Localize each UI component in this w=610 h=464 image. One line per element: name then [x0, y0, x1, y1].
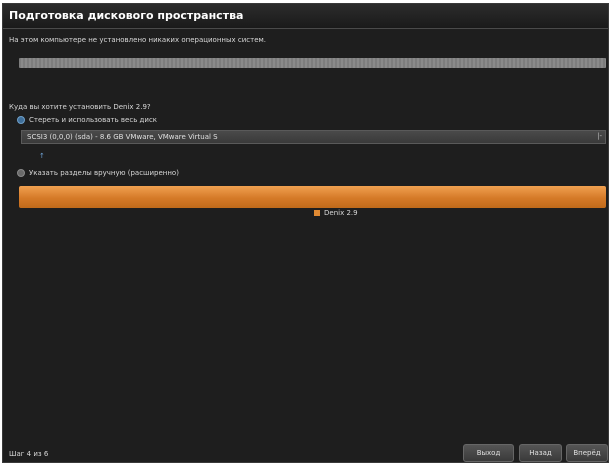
chevron-down-icon[interactable]: |-: [597, 132, 602, 140]
disk-select[interactable]: SCSI3 (0,0,0) (sda) - 8.6 GB VMware, VMw…: [21, 130, 606, 144]
installer-window: Подготовка дискового пространства На это…: [2, 3, 609, 463]
manual-partition-radio[interactable]: [17, 169, 25, 177]
erase-disk-label: Стереть и использовать весь диск: [29, 116, 158, 124]
window-title: Подготовка дискового пространства: [9, 9, 244, 22]
legend-swatch: [314, 210, 320, 216]
current-disk-bar: [19, 58, 606, 68]
step-indicator: Шаг 4 из 6: [9, 450, 49, 458]
quit-button[interactable]: Выход: [463, 444, 514, 462]
no-os-message: На этом компьютере не установлено никаки…: [9, 36, 267, 44]
manual-partition-label: Указать разделы вручную (расширенно): [29, 169, 179, 177]
forward-button[interactable]: Вперёд: [566, 444, 608, 462]
partition-legend: Denix 2.9: [314, 209, 358, 217]
disk-select-value: SCSI3 (0,0,0) (sda) - 8.6 GB VMware, VMw…: [27, 133, 218, 141]
title-bar: Подготовка дискового пространства: [3, 4, 608, 29]
option-manual-partition[interactable]: Указать разделы вручную (расширенно): [17, 167, 179, 179]
install-question: Куда вы хотите установить Denix 2.9?: [9, 103, 151, 111]
back-button[interactable]: Назад: [519, 444, 562, 462]
option-erase-disk[interactable]: Стереть и использовать весь диск: [17, 114, 157, 126]
info-icon: ↑: [39, 152, 45, 160]
erase-disk-radio[interactable]: [17, 116, 25, 124]
new-partition-bar: [19, 186, 606, 208]
legend-label: Denix 2.9: [324, 209, 358, 217]
